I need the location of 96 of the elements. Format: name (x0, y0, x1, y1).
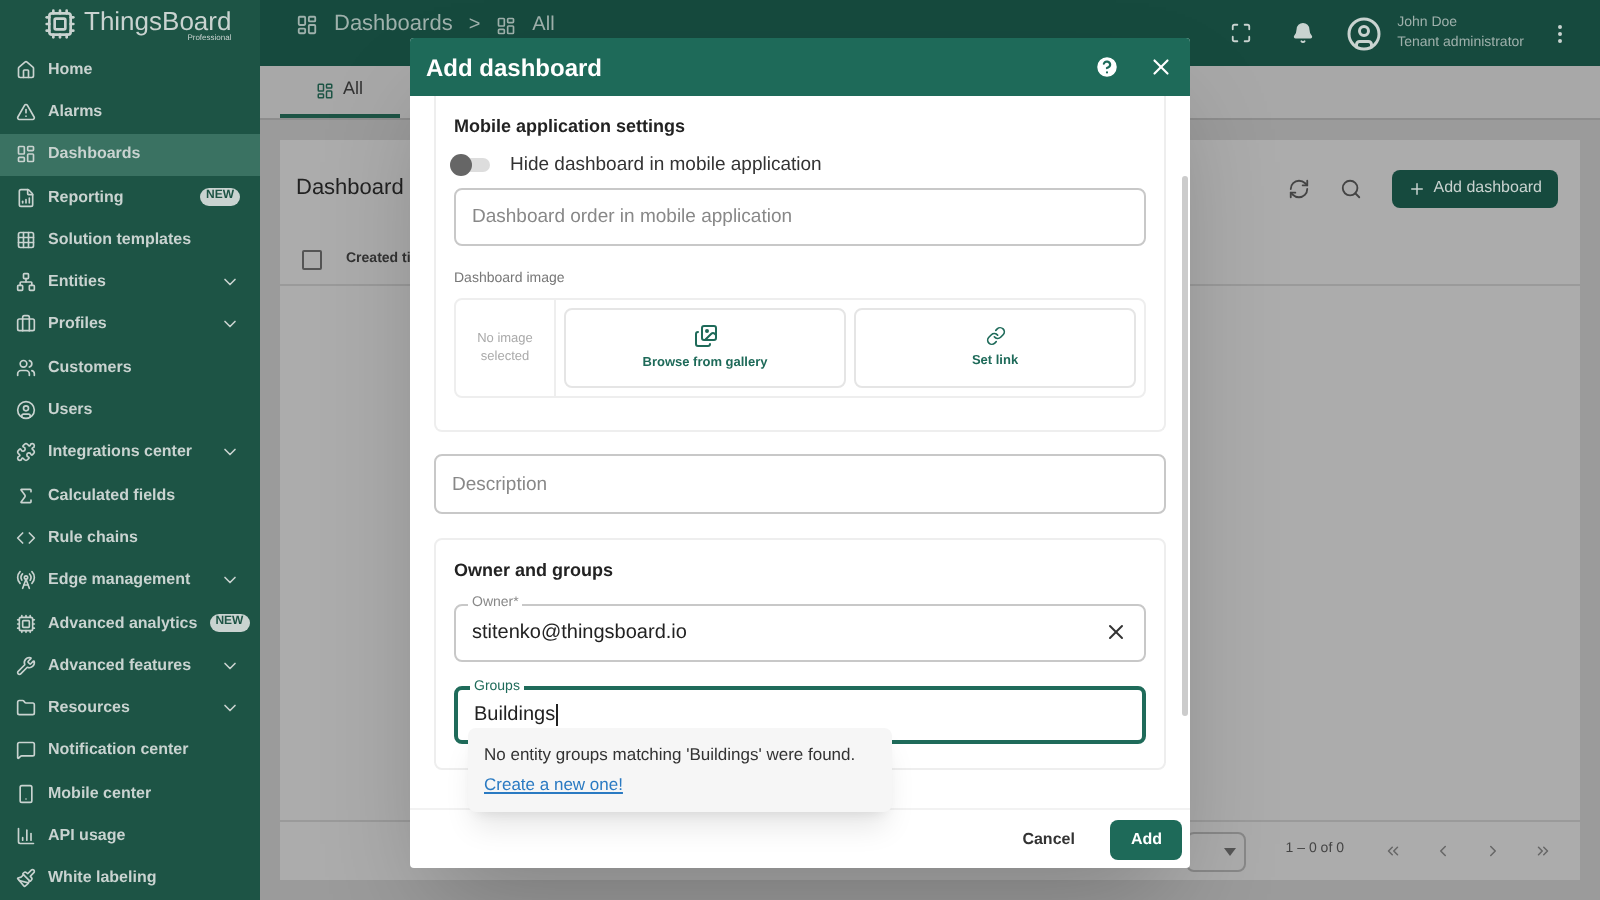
refresh-icon[interactable] (1287, 177, 1310, 199)
phone-icon (16, 783, 36, 804)
sidebar-item[interactable]: Profiles (0, 303, 260, 347)
toggle-switch[interactable] (454, 158, 490, 173)
breadcrumb-link[interactable]: Dashboards (334, 8, 453, 42)
sidebar-item[interactable]: Users (0, 388, 260, 432)
scrollbar[interactable] (1182, 176, 1188, 716)
dashboard-icon (16, 144, 36, 165)
sidebar-item[interactable]: Resources (0, 687, 260, 730)
sidebar-label: Users (48, 398, 95, 423)
sidebar-item[interactable]: Home (0, 48, 260, 91)
caret-icon (1223, 847, 1236, 855)
sidebar-item[interactable]: Mobile center (0, 772, 260, 815)
sidebar-label: Integrations center (48, 440, 195, 465)
cancel-button[interactable]: Cancel (998, 819, 1099, 859)
sidebar-label: Edge management (48, 568, 193, 593)
input-field[interactable]: Dashboard order in mobile application (454, 187, 1146, 246)
toggle-label: Hide dashboard in mobile application (510, 151, 822, 179)
sidebar-item[interactable]: Dashboards (0, 133, 260, 176)
input-field[interactable]: Description (434, 454, 1166, 515)
sidebar-label: Resources (48, 696, 132, 721)
images-icon (693, 323, 717, 348)
sidebar-label: Calculated fields (48, 483, 178, 508)
sidebar-label: Rule chains (48, 525, 140, 550)
breadcrumb-current: All (532, 12, 555, 40)
breadcrumb-separator: > (468, 12, 481, 40)
section-title: Owner and groups (454, 558, 616, 585)
sidebar-label: Profiles (48, 312, 109, 337)
sidebar-label: Customers (48, 355, 134, 380)
sidebar-label: Entities (48, 270, 108, 295)
section-title: Mobile application settings (454, 114, 688, 140)
sidebar-label: Reporting (48, 185, 126, 210)
sidebar-item[interactable]: Solution templates (0, 218, 260, 262)
grid-icon (16, 229, 36, 250)
sidebar-label: Mobile center (48, 781, 154, 806)
tab[interactable]: All (280, 66, 400, 118)
user-circle-icon (16, 400, 36, 421)
no-results-message: No entity groups matching 'Buildings' were found. (484, 742, 858, 768)
chip-icon (16, 613, 36, 634)
dashboard-icon (496, 15, 517, 35)
report-icon (16, 187, 36, 208)
sidebar-item[interactable]: Customers (0, 346, 260, 389)
chat-icon (16, 740, 36, 761)
dashboard-icon (316, 81, 335, 99)
sidebar-item[interactable]: Rule chains (0, 516, 260, 560)
link-icon (985, 325, 1005, 346)
hierarchy-icon (16, 272, 36, 293)
chart-icon (16, 826, 36, 847)
sidebar-label: Advanced features (48, 653, 194, 678)
sidebar-item[interactable]: Advanced features (0, 644, 260, 688)
checkbox[interactable] (302, 250, 322, 270)
sidebar-label: Dashboards (48, 142, 143, 167)
sidebar-label: Alarms (48, 100, 105, 124)
close-icon[interactable] (1148, 54, 1174, 80)
wrench-icon (16, 655, 36, 676)
people-icon (16, 357, 36, 378)
fullscreen-icon[interactable] (1229, 22, 1252, 44)
sidebar-item[interactable]: Edge management (0, 559, 260, 602)
sidebar-label: White labeling (48, 866, 159, 891)
field-value: stitenko@thingsboard.io (472, 619, 689, 648)
sidebar-label: API usage (48, 824, 128, 849)
app-name: ThingsBoard (84, 7, 232, 34)
create-group-link[interactable]: Create a new one! (484, 772, 623, 798)
sidebar-item[interactable]: Notification center (0, 729, 260, 773)
close-icon[interactable] (1104, 620, 1128, 645)
briefcase-icon (16, 314, 36, 335)
help-icon[interactable] (1094, 54, 1120, 80)
bell-icon[interactable] (1291, 22, 1314, 44)
add-dashboard-button[interactable]: Add dashboard (1391, 169, 1558, 207)
card-title: Dashboard (296, 173, 404, 204)
sidebar-item[interactable]: API usage (0, 814, 260, 858)
avatar-icon[interactable] (1345, 15, 1382, 51)
sidebar-label: Notification center (48, 738, 191, 763)
home-icon (16, 59, 36, 80)
field-value: Buildings (474, 701, 560, 730)
add-button[interactable]: Add (1110, 819, 1182, 859)
sidebar-item[interactable]: White labeling (0, 857, 260, 900)
search-icon[interactable] (1339, 177, 1362, 199)
sidebar-item[interactable]: Entities (0, 261, 260, 304)
antenna-icon (16, 570, 36, 591)
sidebar-item[interactable]: Integrations center (0, 431, 260, 475)
sigma-icon (16, 485, 36, 506)
sidebar-label: Solution templates (48, 227, 194, 252)
puzzle-icon (16, 442, 36, 463)
sidebar-item[interactable]: Calculated fields (0, 474, 260, 517)
folder-icon (16, 698, 36, 719)
plus-icon (1407, 179, 1426, 197)
logo-icon (44, 8, 76, 41)
dialog-title: Add dashboard (426, 51, 605, 85)
warning-icon (16, 102, 36, 122)
code-icon (16, 527, 36, 548)
sidebar-item[interactable]: Alarms (0, 90, 260, 134)
dashboard-icon (296, 14, 318, 36)
sidebar-label: Home (48, 57, 95, 82)
brush-icon (16, 868, 36, 889)
sidebar-label: Advanced analytics (48, 611, 198, 636)
